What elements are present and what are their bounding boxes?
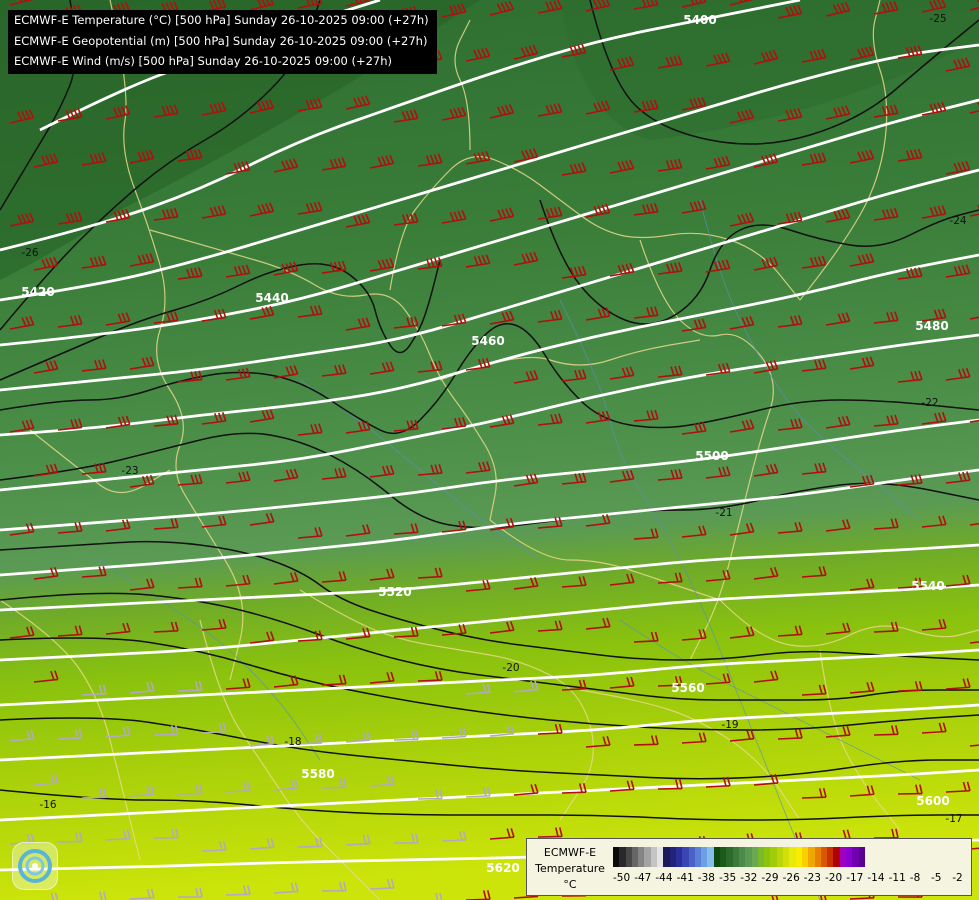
title-temperature: ECMWF-E Temperature (°C) [500 hPa] Sunda… (14, 13, 429, 27)
legend-tick-label: -29 (761, 872, 779, 884)
geopotential-label: 5560 (671, 681, 704, 695)
title-wind: ECMWF-E Wind (m/s) [500 hPa] Sunday 26-1… (14, 54, 393, 68)
legend-tick-label: -14 (867, 872, 885, 884)
legend-tick-label: -47 (634, 872, 652, 884)
legend-tick-label: -5 (931, 872, 942, 884)
legend-tick-label: -23 (803, 872, 821, 884)
geopotential-label: 5460 (471, 334, 504, 348)
isotherm-label: -20 (502, 662, 519, 674)
legend-tick-label: -35 (719, 872, 737, 884)
geopotential-label: 5480 (915, 319, 948, 333)
legend-variable: Temperature (535, 862, 605, 875)
geopotential-label: 5420 (21, 285, 54, 299)
provider-logo-icon (12, 842, 58, 890)
legend-ticks: -50 -47 -44 -41 -38 -35 -32 -29 -26 -23 -20 -17 -14-… (609, 872, 969, 886)
isotherm-label: -19 (721, 719, 738, 731)
isotherm-label: -17 (945, 813, 962, 825)
legend-tick-label: -50 (613, 872, 631, 884)
legend-tick-label: -11 (888, 872, 906, 884)
map-canvas: 5400 5420 5440 5460 5480 5500 5520 5540 5560 5580… (0, 0, 979, 900)
legend-tick-label: -44 (655, 872, 673, 884)
isotherm-label: -16 (39, 799, 56, 811)
temperature-legend: ECMWF-E Temperature °C -50 -47 -44 -41 -38 -3… (526, 838, 972, 896)
geopotential-label: 5440 (255, 291, 288, 305)
legend-tick-label: -26 (782, 872, 800, 884)
legend-swatch (858, 847, 865, 867)
legend-tick-label: -2 (952, 872, 963, 884)
isotherm-label: -18 (284, 736, 301, 748)
geopotential-label: 5580 (301, 767, 334, 781)
geopotential-label: 5620 (486, 861, 519, 875)
isotherm-label: -22 (921, 397, 938, 409)
legend-tick-label: -41 (676, 872, 694, 884)
isotherm-label: -23 (121, 465, 138, 477)
legend-tick-label: -8 (909, 872, 921, 884)
legend-tick-label: -38 (697, 872, 715, 884)
title-box: ECMWF-E Temperature (°C) [500 hPa] Sunda… (8, 10, 437, 74)
isotherm-label: -26 (21, 247, 38, 259)
legend-tick-label: -20 (825, 872, 843, 884)
weather-map-view: 5400 5420 5440 5460 5480 5500 5520 5540 5560 5580… (0, 0, 979, 900)
title-geopotential: ECMWF-E Geopotential (m) [500 hPa] Sunda… (14, 33, 428, 48)
geopotential-label: 5400 (683, 13, 716, 27)
isotherm-label: -21 (715, 507, 732, 519)
legend-unit: °C (563, 878, 577, 891)
isotherm-label: -25 (929, 13, 946, 25)
geopotential-label: 5600 (916, 794, 949, 808)
legend-title: ECMWF-E Temperature °C (531, 845, 609, 893)
legend-color-bar (613, 847, 865, 867)
legend-tick-label: -17 (846, 872, 864, 884)
isotherm-label: -24 (949, 215, 966, 227)
legend-tick-label: -32 (740, 872, 758, 884)
geopotential-label: 5540 (911, 579, 944, 593)
geopotential-label: 5520 (378, 585, 411, 599)
geopotential-label: 5500 (695, 449, 728, 463)
legend-model: ECMWF-E (543, 846, 597, 859)
